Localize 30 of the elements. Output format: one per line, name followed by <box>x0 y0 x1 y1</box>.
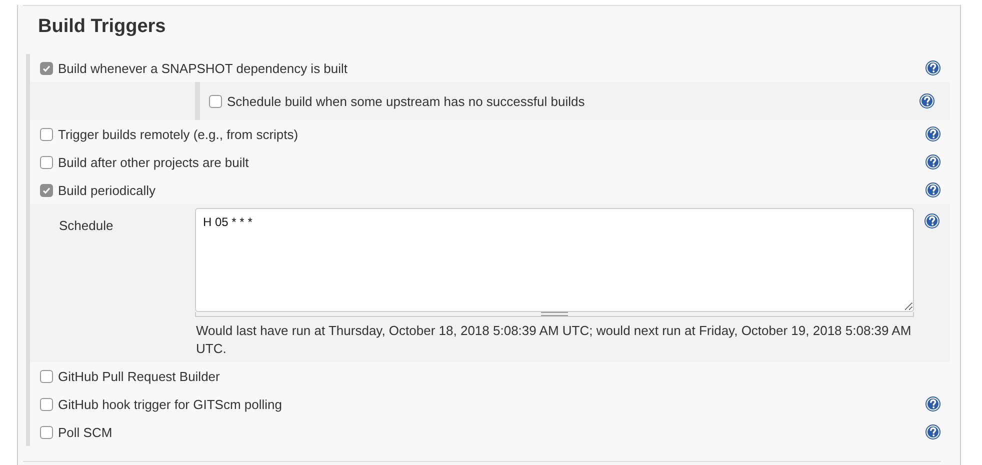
checkbox-label[interactable]: GitHub Pull Request Builder <box>58 368 941 384</box>
field-label: Schedule <box>58 217 114 235</box>
checkmark-icon <box>42 64 51 72</box>
help-icon[interactable] <box>925 182 941 198</box>
checkmark-icon <box>42 186 51 194</box>
checkbox-label[interactable]: Build periodically <box>58 182 925 198</box>
checkbox[interactable] <box>40 62 53 74</box>
help-icon[interactable] <box>925 126 941 142</box>
help-icon[interactable] <box>919 93 935 109</box>
section-title: Build Triggers <box>37 15 167 39</box>
help-icon[interactable] <box>925 154 941 170</box>
checkbox-label[interactable]: GitHub hook trigger for GITScm polling <box>58 396 925 412</box>
checkbox[interactable] <box>40 370 53 382</box>
help-icon[interactable] <box>925 424 941 440</box>
checkbox[interactable] <box>40 128 53 140</box>
checkbox[interactable] <box>40 184 53 196</box>
schedule-description: Would last have run at Thursday, October 18, 2018 5:08:39 AM UTC; would next run at Friday, October 19, 2018 5:08:39 AM UTC. <box>195 322 912 358</box>
help-icon[interactable] <box>924 213 940 229</box>
checkbox[interactable] <box>40 398 53 410</box>
checkbox[interactable] <box>209 94 222 108</box>
checkbox-label[interactable]: Build after other projects are built <box>58 154 925 170</box>
checkbox[interactable] <box>40 426 53 438</box>
checkbox-label[interactable]: Poll SCM <box>58 424 925 440</box>
checkbox-label[interactable]: Build whenever a SNAPSHOT dependency is built <box>58 60 925 76</box>
schedule-field[interactable]: H 05 * * * <box>195 208 914 312</box>
checkbox-label[interactable]: Trigger builds remotely (e.g., from scripts) <box>58 126 925 142</box>
checkbox[interactable] <box>40 156 53 168</box>
help-icon[interactable] <box>925 396 941 412</box>
help-icon[interactable] <box>925 60 941 76</box>
resize-handle[interactable] <box>195 312 914 317</box>
